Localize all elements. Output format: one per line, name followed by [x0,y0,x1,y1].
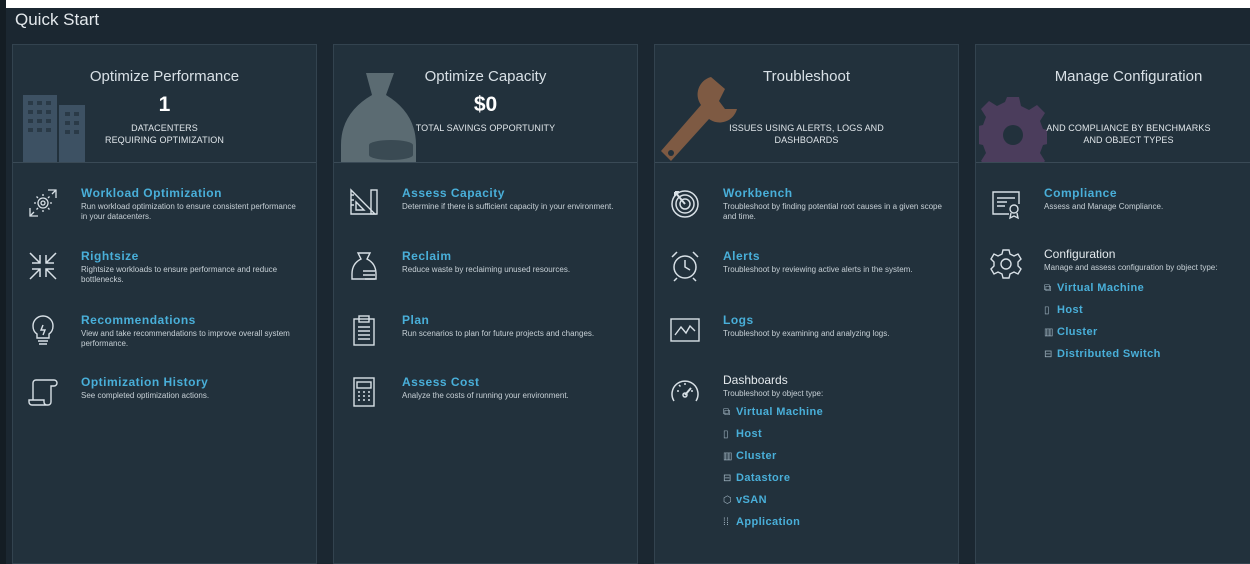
clipboard-icon [347,313,381,347]
item-description: View and take recommendations to improve… [81,329,290,348]
card-metric-label: AND COMPLIANCE BY BENCHMARKS [1046,123,1211,133]
target-icon [668,186,702,220]
item-title[interactable]: Reclaim [402,249,452,263]
gear-icon [989,247,1023,281]
money-bag-icon [347,249,381,283]
logs-graph-icon [668,313,702,347]
dashboard-links: ⧉ Virtual Machine ▯ Host ▥ Cluster ⊟ Datasto… [723,406,823,538]
link-virtual-machine[interactable]: ⧉ Virtual Machine [723,406,823,428]
item-description: Analyze the costs of running your enviro… [402,391,569,400]
left-edge [0,0,6,564]
item-description: Manage and assess configuration by objec… [1044,263,1218,272]
host-icon: ▯ [1044,305,1050,316]
vm-icon: ⧉ [1044,283,1052,294]
link-label[interactable]: Distributed Switch [1057,348,1161,360]
card-header: Optimize Capacity $0 TOTAL SAVINGS OPPOR… [334,45,637,163]
card-title: Troubleshoot [763,68,850,85]
rightsize-icon [26,249,60,283]
item-title[interactable]: Assess Cost [402,375,480,389]
card-metric-value: $0 [473,93,498,116]
lightbulb-icon [26,313,60,347]
item-description: See completed optimization actions. [81,391,210,400]
link-label[interactable]: Host [1057,304,1083,316]
item-description: Troubleshoot by reviewing active alerts … [723,265,913,274]
item-description: Determine if there is sufficient capacit… [402,202,614,211]
link-label[interactable]: vSAN [736,494,767,506]
item-title[interactable]: Workload Optimization [81,186,222,200]
item-description: Troubleshoot by object type: [723,389,824,398]
item-title[interactable]: Logs [723,313,754,327]
card-header: Troubleshoot ISSUES USING ALERTS, LOGS A… [655,45,958,163]
vm-icon: ⧉ [723,407,731,418]
card-optimize-performance: Optimize Performance 1 DATACENTERS REQUI… [12,44,317,564]
link-label[interactable]: Cluster [736,450,777,462]
page-title: Quick Start [15,10,100,29]
link-label[interactable]: Virtual Machine [1057,282,1144,294]
card-title: Optimize Capacity [424,68,547,85]
certificate-icon [989,186,1023,220]
datastore-icon: ⊟ [723,473,732,484]
link-datastore[interactable]: ⊟ Datastore [723,472,823,494]
card-metric-label: DATACENTERS [131,123,198,133]
card-metric-label: AND OBJECT TYPES [1083,135,1174,145]
switch-icon: ⊟ [1044,349,1053,360]
cluster-icon: ▥ [723,451,733,462]
vsan-icon: ⬡ [723,495,733,506]
item-description: Reduce waste by reclaiming unused resour… [402,265,571,274]
link-label[interactable]: Virtual Machine [736,406,823,418]
link-label[interactable]: Cluster [1057,326,1098,338]
card-title: Manage Configuration [1054,68,1203,85]
item-description: Assess and Manage Compliance. [1044,202,1164,211]
item-title[interactable]: Plan [402,313,429,327]
dashboard-gauge-icon [668,373,702,407]
item-description: Run scenarios to plan for future project… [402,329,595,338]
calculator-icon [347,375,381,409]
link-cluster[interactable]: ▥ Cluster [1044,326,1161,348]
card-optimize-capacity: Optimize Capacity $0 TOTAL SAVINGS OPPOR… [333,44,638,564]
scroll-icon [26,375,60,409]
item-description: Troubleshoot by finding potential root c… [723,202,942,221]
link-label[interactable]: Host [736,428,762,440]
card-metric-label: DASHBOARDS [774,135,839,145]
application-icon: ⁞⁞ [723,517,730,528]
item-title[interactable]: Rightsize [81,249,139,263]
top-border [0,0,1250,8]
workload-optimization-icon [26,186,60,220]
item-description: Rightsize workloads to ensure performanc… [81,265,278,284]
host-icon: ▯ [723,429,729,440]
alarm-clock-icon [668,249,702,283]
item-title[interactable]: Assess Capacity [402,186,505,200]
card-metric-label: TOTAL SAVINGS OPPORTUNITY [415,123,556,133]
link-application[interactable]: ⁞⁞ Application [723,516,823,538]
card-header: Optimize Performance 1 DATACENTERS REQUI… [13,45,316,163]
link-cluster[interactable]: ▥ Cluster [723,450,823,472]
item-description: Run workload optimization to ensure cons… [81,202,296,221]
ruler-triangle-icon [347,186,381,220]
link-virtual-machine[interactable]: ⧉ Virtual Machine [1044,282,1161,304]
link-host[interactable]: ▯ Host [723,428,823,450]
wrench-icon [661,77,737,161]
card-title: Optimize Performance [89,68,240,85]
card-manage-configuration: Manage Configuration AND COMPLIANCE BY B… [975,44,1250,564]
item-title: Configuration [1044,247,1116,261]
item-title: Dashboards [723,373,788,387]
link-label[interactable]: Datastore [736,472,790,484]
card-header: Manage Configuration AND COMPLIANCE BY B… [976,45,1250,163]
configuration-links: ⧉ Virtual Machine ▯ Host ▥ Cluster ⊟ Distrib… [1044,282,1161,370]
item-description: Troubleshoot by examining and analyzing … [723,329,890,338]
item-title[interactable]: Optimization History [81,375,208,389]
cluster-icon: ▥ [1044,327,1054,338]
item-title[interactable]: Workbench [723,186,793,200]
card-metric-label: ISSUES USING ALERTS, LOGS AND [729,123,884,133]
link-vsan[interactable]: ⬡ vSAN [723,494,823,516]
card-troubleshoot: Troubleshoot ISSUES USING ALERTS, LOGS A… [654,44,959,564]
item-title[interactable]: Compliance [1044,186,1117,200]
link-host[interactable]: ▯ Host [1044,304,1161,326]
link-label[interactable]: Application [736,516,800,528]
card-metric-value: 1 [158,93,171,116]
item-title[interactable]: Recommendations [81,313,196,327]
card-metric-label: REQUIRING OPTIMIZATION [104,135,225,145]
link-distributed-switch[interactable]: ⊟ Distributed Switch [1044,348,1161,370]
item-title[interactable]: Alerts [723,249,760,263]
